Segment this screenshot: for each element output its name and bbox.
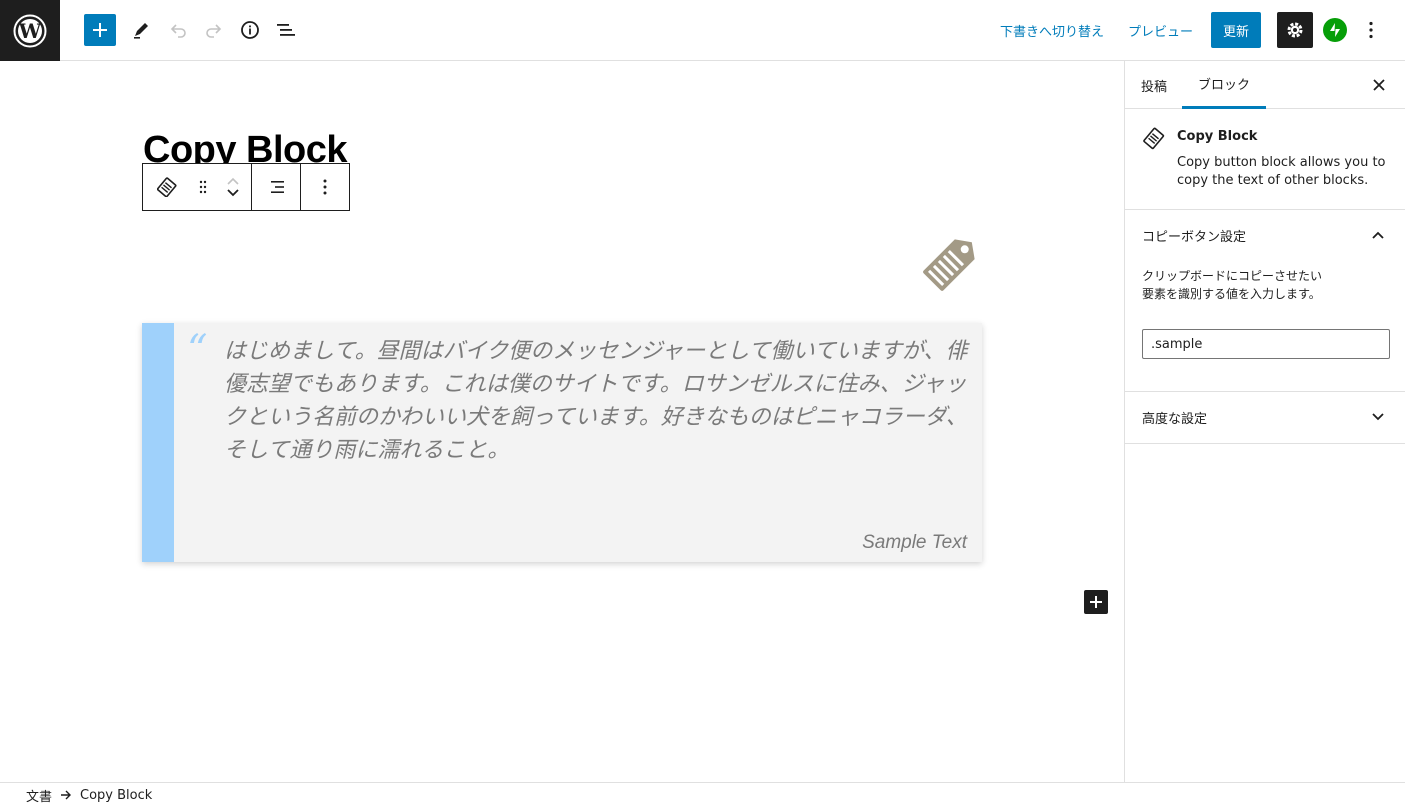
block-inserter-button[interactable] (1084, 590, 1108, 614)
chevron-down-icon[interactable] (1368, 407, 1388, 427)
block-toolbar-more-group (301, 164, 349, 210)
options-button[interactable] (1361, 15, 1381, 45)
preview-button[interactable]: プレビュー (1128, 21, 1193, 40)
copy-tag-button[interactable] (919, 230, 985, 294)
tools-button[interactable] (126, 15, 156, 45)
block-switcher-button[interactable] (143, 164, 191, 210)
drag-handle-icon (199, 180, 207, 194)
redo-icon (206, 24, 222, 38)
tag-icon (157, 177, 177, 197)
quote-accent-bar (142, 323, 174, 562)
copy-settings-panel-toggle[interactable]: コピーボタン設定 (1125, 210, 1405, 260)
sidebar-tabs: 投稿 ブロック (1125, 61, 1405, 109)
switch-to-draft-button[interactable]: 下書きへ切り替え (1000, 21, 1104, 40)
svg-text:W: W (18, 19, 42, 43)
gear-icon (1287, 22, 1303, 38)
advanced-panel-toggle[interactable]: 高度な設定 (1125, 392, 1405, 442)
tab-post[interactable]: 投稿 (1141, 61, 1167, 109)
breadcrumb-item-document[interactable]: 文書 (26, 786, 52, 805)
block-toolbar (142, 163, 350, 211)
advanced-panel: 高度な設定 (1125, 392, 1405, 444)
redo-button[interactable] (199, 15, 229, 45)
info-icon (241, 21, 259, 39)
block-card-description: Copy button block allows you to copy the… (1177, 155, 1386, 188)
breadcrumb-item-block[interactable]: Copy Block (80, 788, 152, 803)
quote-mark-icon: “ (187, 327, 208, 373)
settings-sidebar: 投稿 ブロック Copy Block Copy button block all… (1124, 61, 1405, 782)
tab-block[interactable]: ブロック (1182, 61, 1267, 109)
block-card: Copy Block Copy button block allows you … (1125, 109, 1405, 210)
align-right-icon (271, 181, 284, 193)
add-block-button[interactable] (84, 14, 116, 46)
block-toolbar-switcher-group (143, 164, 252, 210)
copy-target-selector-input[interactable] (1142, 329, 1390, 359)
more-vertical-icon (323, 179, 327, 195)
plus-icon (93, 23, 107, 37)
advanced-panel-title: 高度な設定 (1142, 411, 1208, 427)
arrow-right-icon (60, 790, 72, 800)
close-icon (1373, 79, 1385, 91)
plus-icon (1090, 596, 1102, 608)
block-mover (215, 164, 251, 210)
chevron-up-icon[interactable] (1368, 225, 1388, 245)
quote-text[interactable]: はじめまして。昼間はバイク便のメッセンジャーとして働いていますが、俳優志望でもあ… (224, 335, 969, 467)
move-up-icon[interactable] (226, 176, 240, 186)
jetpack-icon (1330, 23, 1340, 37)
quote-block[interactable]: “ はじめまして。昼間はバイク便のメッセンジャーとして働いていますが、俳優志望で… (142, 323, 982, 562)
wordpress-logo-button[interactable]: W (0, 0, 60, 61)
breadcrumb: 文書 Copy Block (0, 782, 1405, 807)
align-button[interactable] (252, 164, 300, 210)
undo-button[interactable] (163, 15, 193, 45)
update-button[interactable]: 更新 (1211, 12, 1261, 48)
list-view-button[interactable] (271, 15, 301, 45)
block-toolbar-align-group (252, 164, 301, 210)
tag-icon (1143, 127, 1165, 150)
quote-citation[interactable]: Sample Text (862, 532, 967, 554)
details-button[interactable] (235, 15, 265, 45)
wordpress-icon: W (13, 14, 47, 47)
move-down-icon[interactable] (226, 188, 240, 198)
editor-canvas: Copy Block “ はじめまして。昼間はバイク便のメッセンジャーとして働い… (0, 61, 1124, 782)
pencil-icon (134, 23, 148, 39)
list-view-icon (277, 24, 295, 36)
block-options-button[interactable] (301, 164, 349, 210)
jetpack-button[interactable] (1323, 18, 1347, 42)
copy-settings-panel: コピーボタン設定 クリップボードにコピーさせたい要素を識別する値を入力します。 (1125, 210, 1405, 392)
more-vertical-icon (1369, 21, 1373, 39)
block-card-title: Copy Block (1177, 129, 1258, 144)
drag-handle[interactable] (191, 164, 215, 210)
undo-icon (170, 24, 186, 38)
close-sidebar-button[interactable] (1365, 71, 1393, 99)
settings-button[interactable] (1277, 12, 1313, 48)
copy-settings-help-text: クリップボードにコピーさせたい要素を識別する値を入力します。 (1142, 269, 1323, 301)
editor-header: W 下書きへ切り替え プレビュー 更新 (0, 0, 1405, 61)
copy-settings-panel-title: コピーボタン設定 (1142, 229, 1247, 245)
